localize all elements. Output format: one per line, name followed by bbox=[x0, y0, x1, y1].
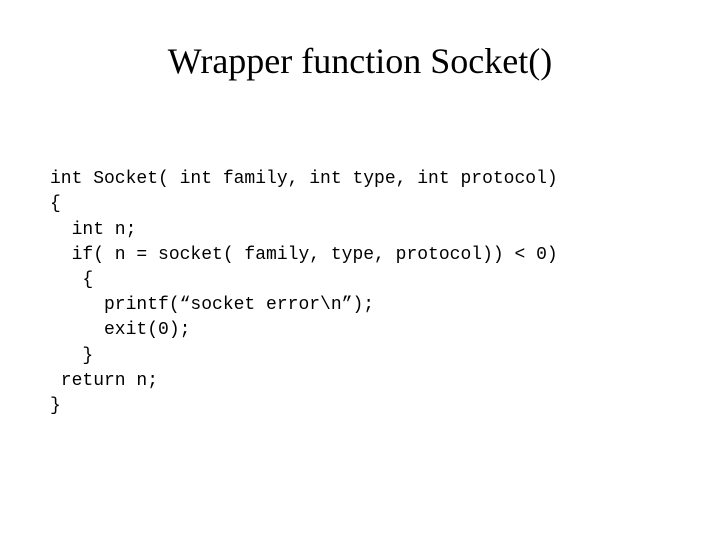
code-line-3: int n; bbox=[50, 220, 136, 240]
code-line-8: } bbox=[50, 346, 93, 366]
code-line-9: return n; bbox=[50, 371, 158, 391]
slide-title: Wrapper function Socket() bbox=[50, 40, 670, 82]
code-line-4: if( n = socket( family, type, protocol))… bbox=[50, 245, 558, 265]
code-line-7: exit(0); bbox=[50, 320, 190, 340]
code-line-1: int Socket( int family, int type, int pr… bbox=[50, 169, 558, 189]
code-line-10: } bbox=[50, 396, 61, 416]
code-line-2: { bbox=[50, 194, 61, 214]
code-line-5: { bbox=[50, 270, 93, 290]
code-line-6: printf(“socket error\n”); bbox=[50, 295, 374, 315]
code-block: int Socket( int family, int type, int pr… bbox=[50, 142, 670, 419]
